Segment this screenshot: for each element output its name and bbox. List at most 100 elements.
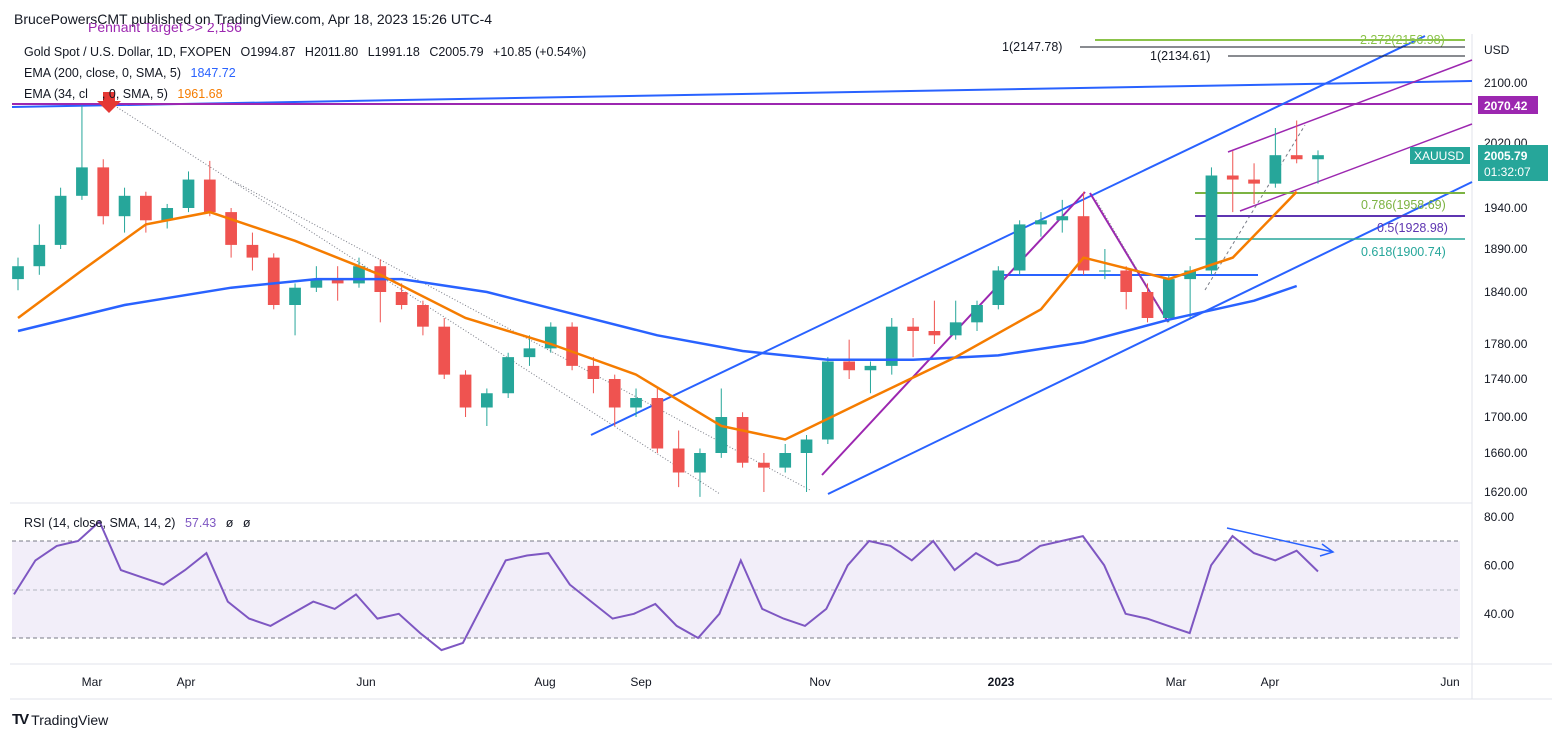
candle-body	[651, 398, 664, 449]
time-tick-label: Jun	[356, 675, 375, 689]
candle-body	[843, 361, 856, 371]
candle-body	[1013, 224, 1026, 271]
rsi-label: RSI (14, close, SMA, 14, 2)	[24, 516, 176, 530]
rsi-tick-label: 40.00	[1484, 607, 1514, 621]
price-tick-label: 1700.00	[1484, 410, 1528, 424]
dotted-downtrend-line	[111, 103, 721, 495]
candle-body	[246, 244, 259, 258]
candle-body	[694, 453, 706, 473]
ext-1-label-a: 1(2147.78)	[1002, 40, 1062, 54]
candle-body	[928, 331, 941, 336]
candle-body	[1269, 155, 1282, 184]
ema200-value: 1847.72	[190, 66, 236, 80]
candle-body	[1141, 292, 1154, 318]
tradingview-brand: TradingView	[31, 711, 109, 728]
ohlc-change: +10.85 (+0.54%)	[493, 45, 587, 59]
tradingview-footer[interactable]: TV TradingView	[12, 711, 108, 728]
candle-body	[12, 266, 24, 280]
time-tick-label: 2023	[988, 675, 1015, 689]
time-tick-label: Nov	[809, 675, 830, 689]
price-tick-label: 1740.00	[1484, 372, 1528, 386]
candle-body	[587, 365, 600, 379]
time-tick-label: Aug	[534, 675, 555, 689]
symbol-name: Gold Spot / U.S. Dollar, 1D, FXOPEN	[24, 45, 232, 59]
countdown-text: 01:32:07	[1484, 165, 1531, 179]
price-tick-label: 1620.00	[1484, 485, 1528, 499]
tradingview-logo-icon: TV	[12, 711, 29, 728]
rsi-tick-label: 80.00	[1484, 510, 1514, 524]
ema200-line	[17, 277, 1298, 362]
ohlc-low: L1991.18	[367, 45, 420, 59]
candle-body	[971, 305, 983, 323]
candle-body	[1035, 220, 1047, 225]
candlestick-series	[12, 105, 1324, 497]
candle-body	[140, 195, 152, 221]
ema34-legend[interactable]: EMA (34, cl , 0, SMA, 5) 1961.68	[24, 87, 223, 101]
candle-body	[502, 357, 515, 394]
candle-body	[1099, 270, 1111, 272]
candle-body	[1162, 279, 1175, 318]
chart-canvas[interactable]: 2.272(2156.98) 1(2147.78) 1(2134.61) 0.7…	[0, 0, 1562, 743]
candle-body	[907, 326, 919, 331]
dotted-flag-line	[1204, 124, 1306, 291]
fib-786-label: 0.786(1958.69)	[1361, 198, 1446, 212]
time-axis[interactable]: Mar Apr Jun Aug Sep Nov 2023 Mar Apr Jun	[82, 675, 1460, 689]
candle-body	[459, 374, 472, 408]
resistance-price-tag-text: 2070.42	[1484, 99, 1528, 113]
price-tick-label: 1940.00	[1484, 201, 1528, 215]
drawing-layer	[11, 35, 1473, 557]
ohlc-open: O1994.87	[240, 45, 296, 59]
candle-body	[758, 462, 770, 468]
price-axis-currency: USD	[1484, 43, 1510, 57]
candle-body	[1248, 179, 1260, 184]
candle-body	[630, 398, 642, 408]
fib-618-label: 0.618(1900.74)	[1361, 245, 1446, 259]
rsi-extra-1: ø	[225, 516, 234, 530]
rsi-axis[interactable]: 80.00 60.00 40.00	[1484, 510, 1514, 621]
ema200-legend[interactable]: EMA (200, close, 0, SMA, 5) 1847.72	[24, 66, 236, 80]
ext-2272-label: 2.272(2156.98)	[1360, 33, 1445, 47]
candle-body	[118, 195, 131, 217]
rsi-extra-2: ø	[242, 516, 251, 530]
time-tick-label: Jun	[1440, 675, 1459, 689]
candle-body	[267, 257, 280, 305]
ext-1-label-b: 1(2134.61)	[1150, 49, 1210, 63]
price-tick-label: 2100.00	[1484, 76, 1528, 90]
candle-body	[1056, 216, 1069, 221]
ema34-label-end: , 0, SMA, 5)	[101, 87, 168, 101]
candle-body	[523, 348, 536, 358]
channel-lower-line	[827, 181, 1473, 495]
ohlc-close: C2005.79	[429, 45, 484, 59]
candle-body	[417, 305, 429, 327]
channel-upper-line	[590, 35, 1426, 436]
ema34-label-start: EMA (34, cl	[24, 87, 88, 101]
price-tick-label: 1840.00	[1484, 285, 1528, 299]
candle-body	[1290, 155, 1303, 160]
candle-body	[821, 361, 834, 440]
candle-body	[1312, 155, 1324, 160]
candle-body	[949, 322, 962, 336]
candle-body	[480, 393, 493, 408]
rsi-value: 57.43	[184, 516, 217, 530]
rsi-legend[interactable]: RSI (14, close, SMA, 14, 2) 57.43 ø ø	[24, 516, 250, 530]
candle-body	[672, 448, 685, 473]
last-price-text: 2005.79	[1484, 149, 1528, 163]
candle-body	[736, 417, 749, 463]
time-tick-label: Sep	[630, 675, 652, 689]
candle-body	[395, 292, 408, 305]
price-tick-label: 1660.00	[1484, 446, 1528, 460]
candle-body	[182, 179, 195, 208]
pennant-target-annotation: Pennant Target >> 2,156	[88, 23, 242, 35]
candle-body	[203, 179, 216, 213]
main-legend[interactable]: Gold Spot / U.S. Dollar, 1D, FXOPEN O199…	[24, 45, 586, 59]
time-tick-label: Apr	[177, 675, 196, 689]
candle-body	[566, 326, 578, 366]
candle-body	[97, 167, 110, 217]
candle-body	[438, 326, 451, 375]
candle-body	[800, 439, 813, 453]
candle-body	[864, 365, 877, 371]
fib-5-label: 0.5(1928.98)	[1377, 221, 1448, 235]
candle-body	[608, 379, 621, 408]
candle-body	[33, 244, 46, 267]
candle-body	[1226, 175, 1239, 180]
